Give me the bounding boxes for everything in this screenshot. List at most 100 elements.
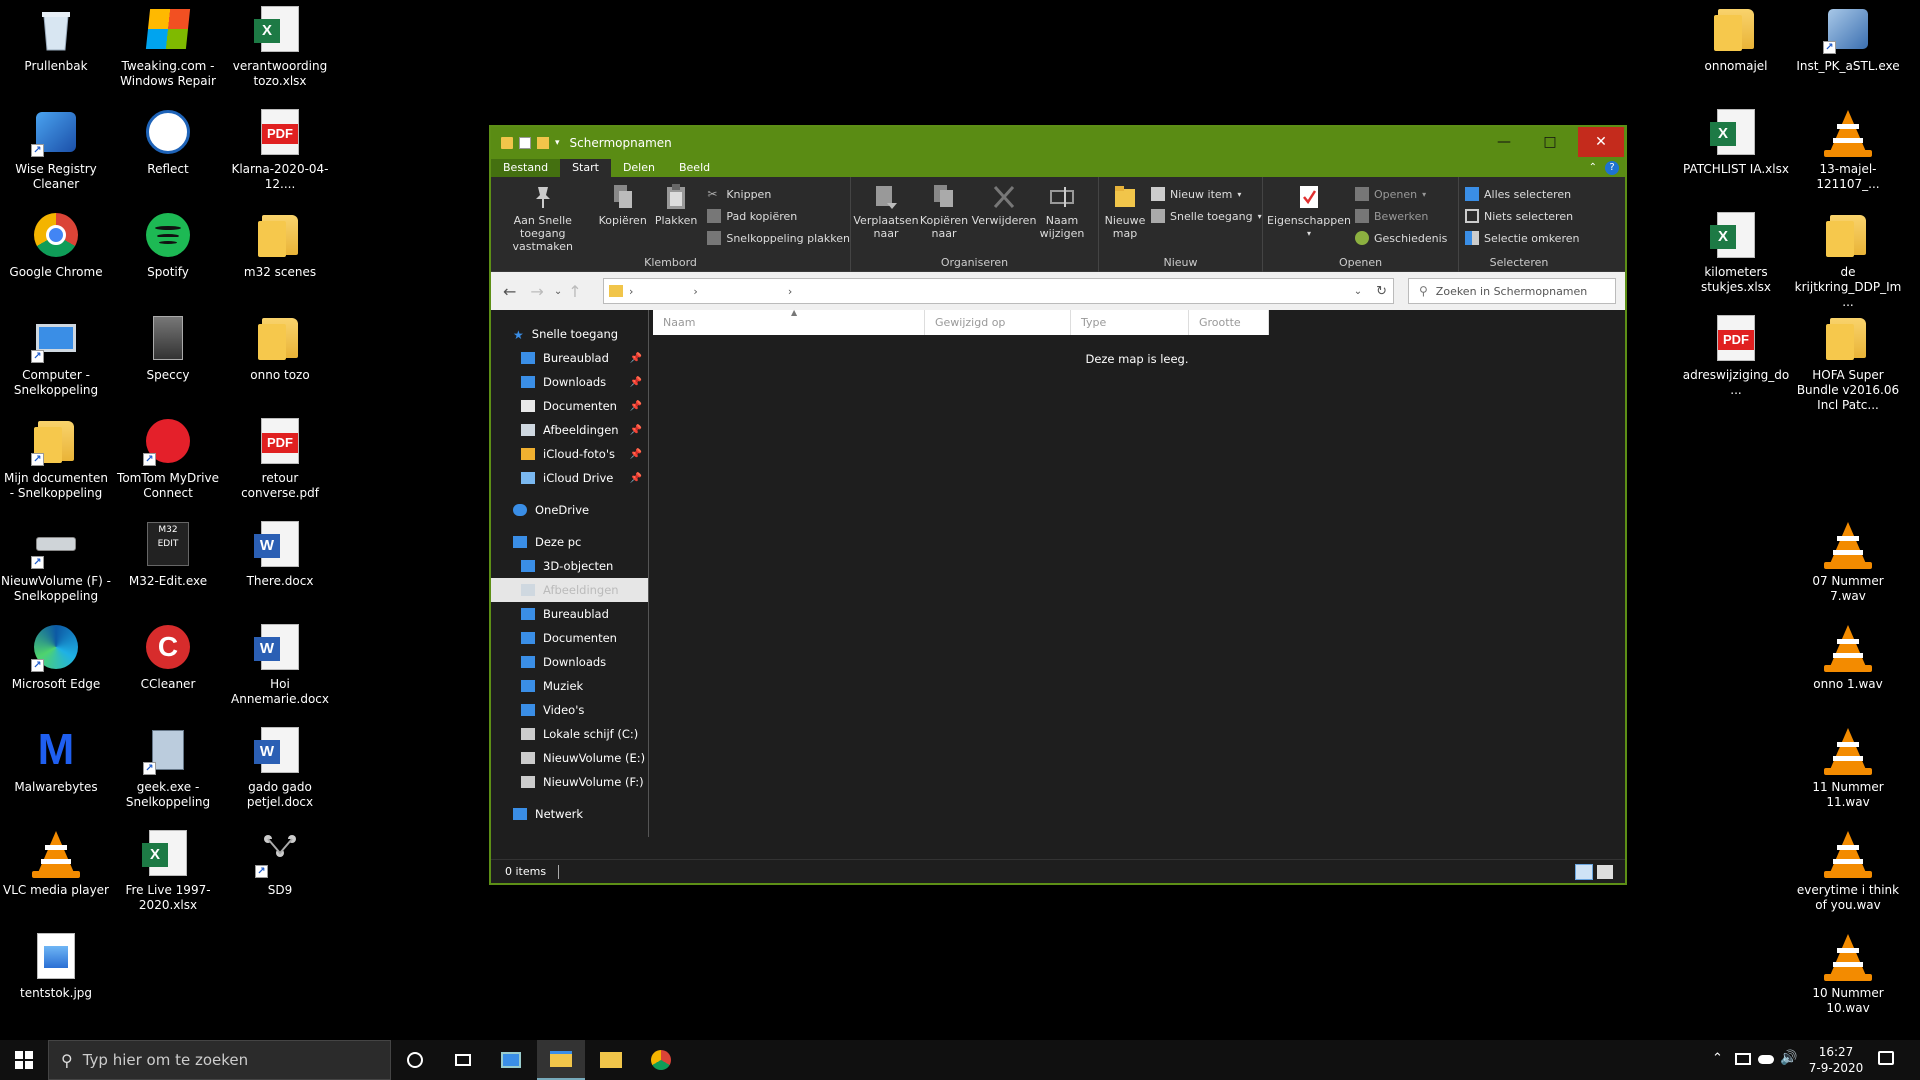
nav-quick-afbeeldingen[interactable]: Afbeeldingen 📌 [491, 418, 648, 442]
copy-to-button[interactable]: Kopiëren naar [915, 183, 973, 240]
column-naam[interactable]: Naam [653, 310, 925, 335]
desktop-icon-everytime-i-think-of-you-wav[interactable]: everytime i think of you.wav [1792, 828, 1904, 913]
nav-pc-muziek[interactable]: Muziek [491, 674, 648, 698]
properties-qa-icon[interactable] [519, 137, 531, 149]
taskbar-app-file-explorer[interactable] [537, 1040, 585, 1080]
refresh-icon[interactable]: ↻ [1376, 284, 1387, 299]
copy-button[interactable]: Kopiëren [595, 183, 651, 227]
desktop-icon-there-docx[interactable]: W There.docx [224, 519, 336, 589]
help-icon[interactable]: ? [1605, 161, 1619, 175]
taskbar-app-chrome[interactable] [637, 1040, 685, 1080]
nav-quick-icloud-drive[interactable]: iCloud Drive 📌 [491, 466, 648, 490]
nav-quick-downloads[interactable]: Downloads 📌 [491, 370, 648, 394]
nav-pc-afbeeldingen[interactable]: Afbeeldingen [491, 578, 648, 602]
tab-delen[interactable]: Delen [611, 159, 667, 177]
desktop-icon-10-nummer-10-wav[interactable]: 10 Nummer 10.wav [1792, 931, 1904, 1016]
recent-locations-icon[interactable]: ⌄ [554, 286, 562, 297]
pin-icon[interactable]: 📌 [630, 401, 642, 412]
file-list[interactable]: Naam Gewijzigd op Type Grootte ▲ Deze ma… [649, 308, 1625, 837]
search-input[interactable]: ⚲ Zoeken in Schermopnamen [1408, 278, 1616, 304]
desktop-icon-onno-tozo[interactable]: onno tozo [224, 313, 336, 383]
nav-pc-bureaublad[interactable]: Bureaublad [491, 602, 648, 626]
new-folder-qa-icon[interactable] [537, 137, 549, 149]
pin-icon[interactable]: 📌 [630, 473, 642, 484]
desktop-icon-hoi-annemarie-docx[interactable]: W Hoi Annemarie.docx [224, 622, 336, 707]
network-tray-icon[interactable] [1735, 1053, 1751, 1065]
large-icons-view-icon[interactable] [1597, 864, 1613, 879]
breadcrumb-chevron-icon[interactable]: › [693, 285, 697, 298]
tab-beeld[interactable]: Beeld [667, 159, 722, 177]
volume-tray-icon[interactable]: 🔊 [1780, 1050, 1797, 1066]
history-button[interactable]: Geschiedenis [1355, 227, 1447, 249]
show-hidden-icons-chevron-icon[interactable]: ⌃ [1712, 1051, 1723, 1066]
minimize-button[interactable]: — [1481, 127, 1527, 157]
customize-qa-icon[interactable]: ▾ [555, 138, 560, 148]
desktop-icon-mijn-documenten-snelkoppeling[interactable]: ↗ Mijn documenten - Snelkoppeling [0, 416, 112, 501]
address-dropdown-icon[interactable]: ⌄ [1354, 286, 1362, 297]
nav-pc-3d-objecten[interactable]: 3D-objecten [491, 554, 648, 578]
desktop-icon-vlc-media-player[interactable]: VLC media player [0, 828, 112, 898]
desktop-icon-kilometers-stukjes-xlsx[interactable]: Xkilometers stukjes.xlsx [1680, 210, 1792, 295]
desktop-icon-13-majel-121107[interactable]: 13-majel-121107_... [1792, 107, 1904, 192]
pin-quick-access-button[interactable]: Aan Snelle toegang vastmaken [491, 183, 595, 253]
clock[interactable]: 16:27 7-9-2020 [1796, 1044, 1876, 1076]
desktop-icon-patchlist-ia-xlsx[interactable]: X PATCHLIST IA.xlsx [1680, 107, 1792, 177]
pin-icon[interactable]: 📌 [630, 425, 642, 436]
desktop-icon-onnomajel[interactable]: onnomajel [1680, 4, 1792, 74]
paste-button[interactable]: Plakken [651, 183, 702, 227]
nav-quick-bureaublad[interactable]: Bureaublad 📌 [491, 346, 648, 370]
new-item-button[interactable]: Nieuw item ▾ [1151, 183, 1262, 205]
desktop-icon-retour-converse-pdf[interactable]: PDF retour converse.pdf [224, 416, 336, 501]
desktop-icon-spotify[interactable]: Spotify [112, 210, 224, 280]
select-all-button[interactable]: Alles selecteren [1465, 183, 1579, 205]
nav-network[interactable]: Netwerk [491, 802, 648, 826]
desktop-icon-nieuwvolume-f-snelkoppeling[interactable]: ↗ NieuwVolume (F) - Snelkoppeling [0, 519, 112, 604]
nav-quick-documenten[interactable]: Documenten 📌 [491, 394, 648, 418]
desktop-icon-google-chrome[interactable]: Google Chrome [0, 210, 112, 280]
desktop-icon-tentstok-jpg[interactable]: tentstok.jpg [0, 931, 112, 1001]
paste-shortcut-button[interactable]: Snelkoppeling plakken [707, 227, 850, 249]
rename-button[interactable]: Naam wijzigen [1035, 183, 1089, 240]
desktop-icon-m32-scenes[interactable]: m32 scenes [224, 210, 336, 280]
desktop-icon-onno-1-wav[interactable]: onno 1.wav [1792, 622, 1904, 692]
task-view-button[interactable] [439, 1040, 487, 1080]
desktop-icon-speccy[interactable]: Speccy [112, 313, 224, 383]
pin-icon[interactable]: 📌 [630, 377, 642, 388]
desktop-icon-verantwoording-tozo-xlsx[interactable]: Xverantwoording tozo.xlsx [224, 4, 336, 89]
nav-pc-lokale-schijf-c[interactable]: Lokale schijf (C:) [491, 722, 648, 746]
edit-button[interactable]: Bewerken [1355, 205, 1447, 227]
nav-pc-nieuwvolume-f[interactable]: NieuwVolume (F:) [491, 770, 648, 794]
desktop-icon-geek-exe-snelkoppeling[interactable]: ↗ geek.exe - Snelkoppeling [112, 725, 224, 810]
desktop-icon-prullenbak[interactable]: Prullenbak [0, 4, 112, 74]
nav-quick-icloud-foto-s[interactable]: iCloud-foto's 📌 [491, 442, 648, 466]
action-center-icon[interactable] [1878, 1051, 1894, 1065]
desktop-icon-m32-edit-exe[interactable]: M32 EDIT M32-Edit.exe [112, 519, 224, 589]
taskbar-app-folder[interactable] [587, 1040, 635, 1080]
cortana-button[interactable] [391, 1040, 439, 1080]
nav-onedrive[interactable]: OneDrive [491, 498, 648, 522]
desktop-icon-hofa-super-bundle-v2016-06-incl-patc[interactable]: HOFA Super Bundle v2016.06 Incl Patc... [1792, 313, 1904, 413]
desktop-icon-reflect[interactable]: Reflect [112, 107, 224, 177]
invert-selection-button[interactable]: Selectie omkeren [1465, 227, 1579, 249]
ribbon-collapse-icon[interactable]: ⌃ [1589, 159, 1597, 177]
nav-pc-nieuwvolume-e[interactable]: NieuwVolume (E:) [491, 746, 648, 770]
taskbar-search-box[interactable]: ⚲ Typ hier om te zoeken [48, 1040, 391, 1080]
column-gewijzigd-op[interactable]: Gewijzigd op [925, 310, 1071, 335]
tab-bestand[interactable]: Bestand [491, 159, 561, 177]
desktop-icon-de-krijtkring-ddp-im[interactable]: de krijtkring_DDP_Im... [1792, 210, 1904, 310]
tab-start[interactable]: Start [560, 159, 611, 177]
delete-button[interactable]: Verwijderen [972, 183, 1036, 227]
new-folder-button[interactable]: Nieuwe map [1103, 183, 1147, 240]
taskbar-app-control-panel[interactable] [487, 1040, 535, 1080]
desktop-icon-11-nummer-11-wav[interactable]: 11 Nummer 11.wav [1792, 725, 1904, 810]
pin-icon[interactable]: 📌 [630, 353, 642, 364]
onedrive-tray-icon[interactable] [1758, 1055, 1774, 1064]
desktop-icon-ccleaner[interactable]: C CCleaner [112, 622, 224, 692]
desktop-icon-tomtom-mydrive-connect[interactable]: ↗ TomTom MyDrive Connect [112, 416, 224, 501]
nav-pc-downloads[interactable]: Downloads [491, 650, 648, 674]
open-button[interactable]: Openen ▾ [1355, 183, 1447, 205]
easy-access-button[interactable]: Snelle toegang ▾ [1151, 205, 1262, 227]
desktop-icon-fre-live-1997-2020-xlsx[interactable]: X Fre Live 1997-2020.xlsx [112, 828, 224, 913]
address-input[interactable]: › › › ⌄ ↻ [603, 278, 1394, 304]
move-to-button[interactable]: Verplaatsen naar [853, 183, 919, 240]
